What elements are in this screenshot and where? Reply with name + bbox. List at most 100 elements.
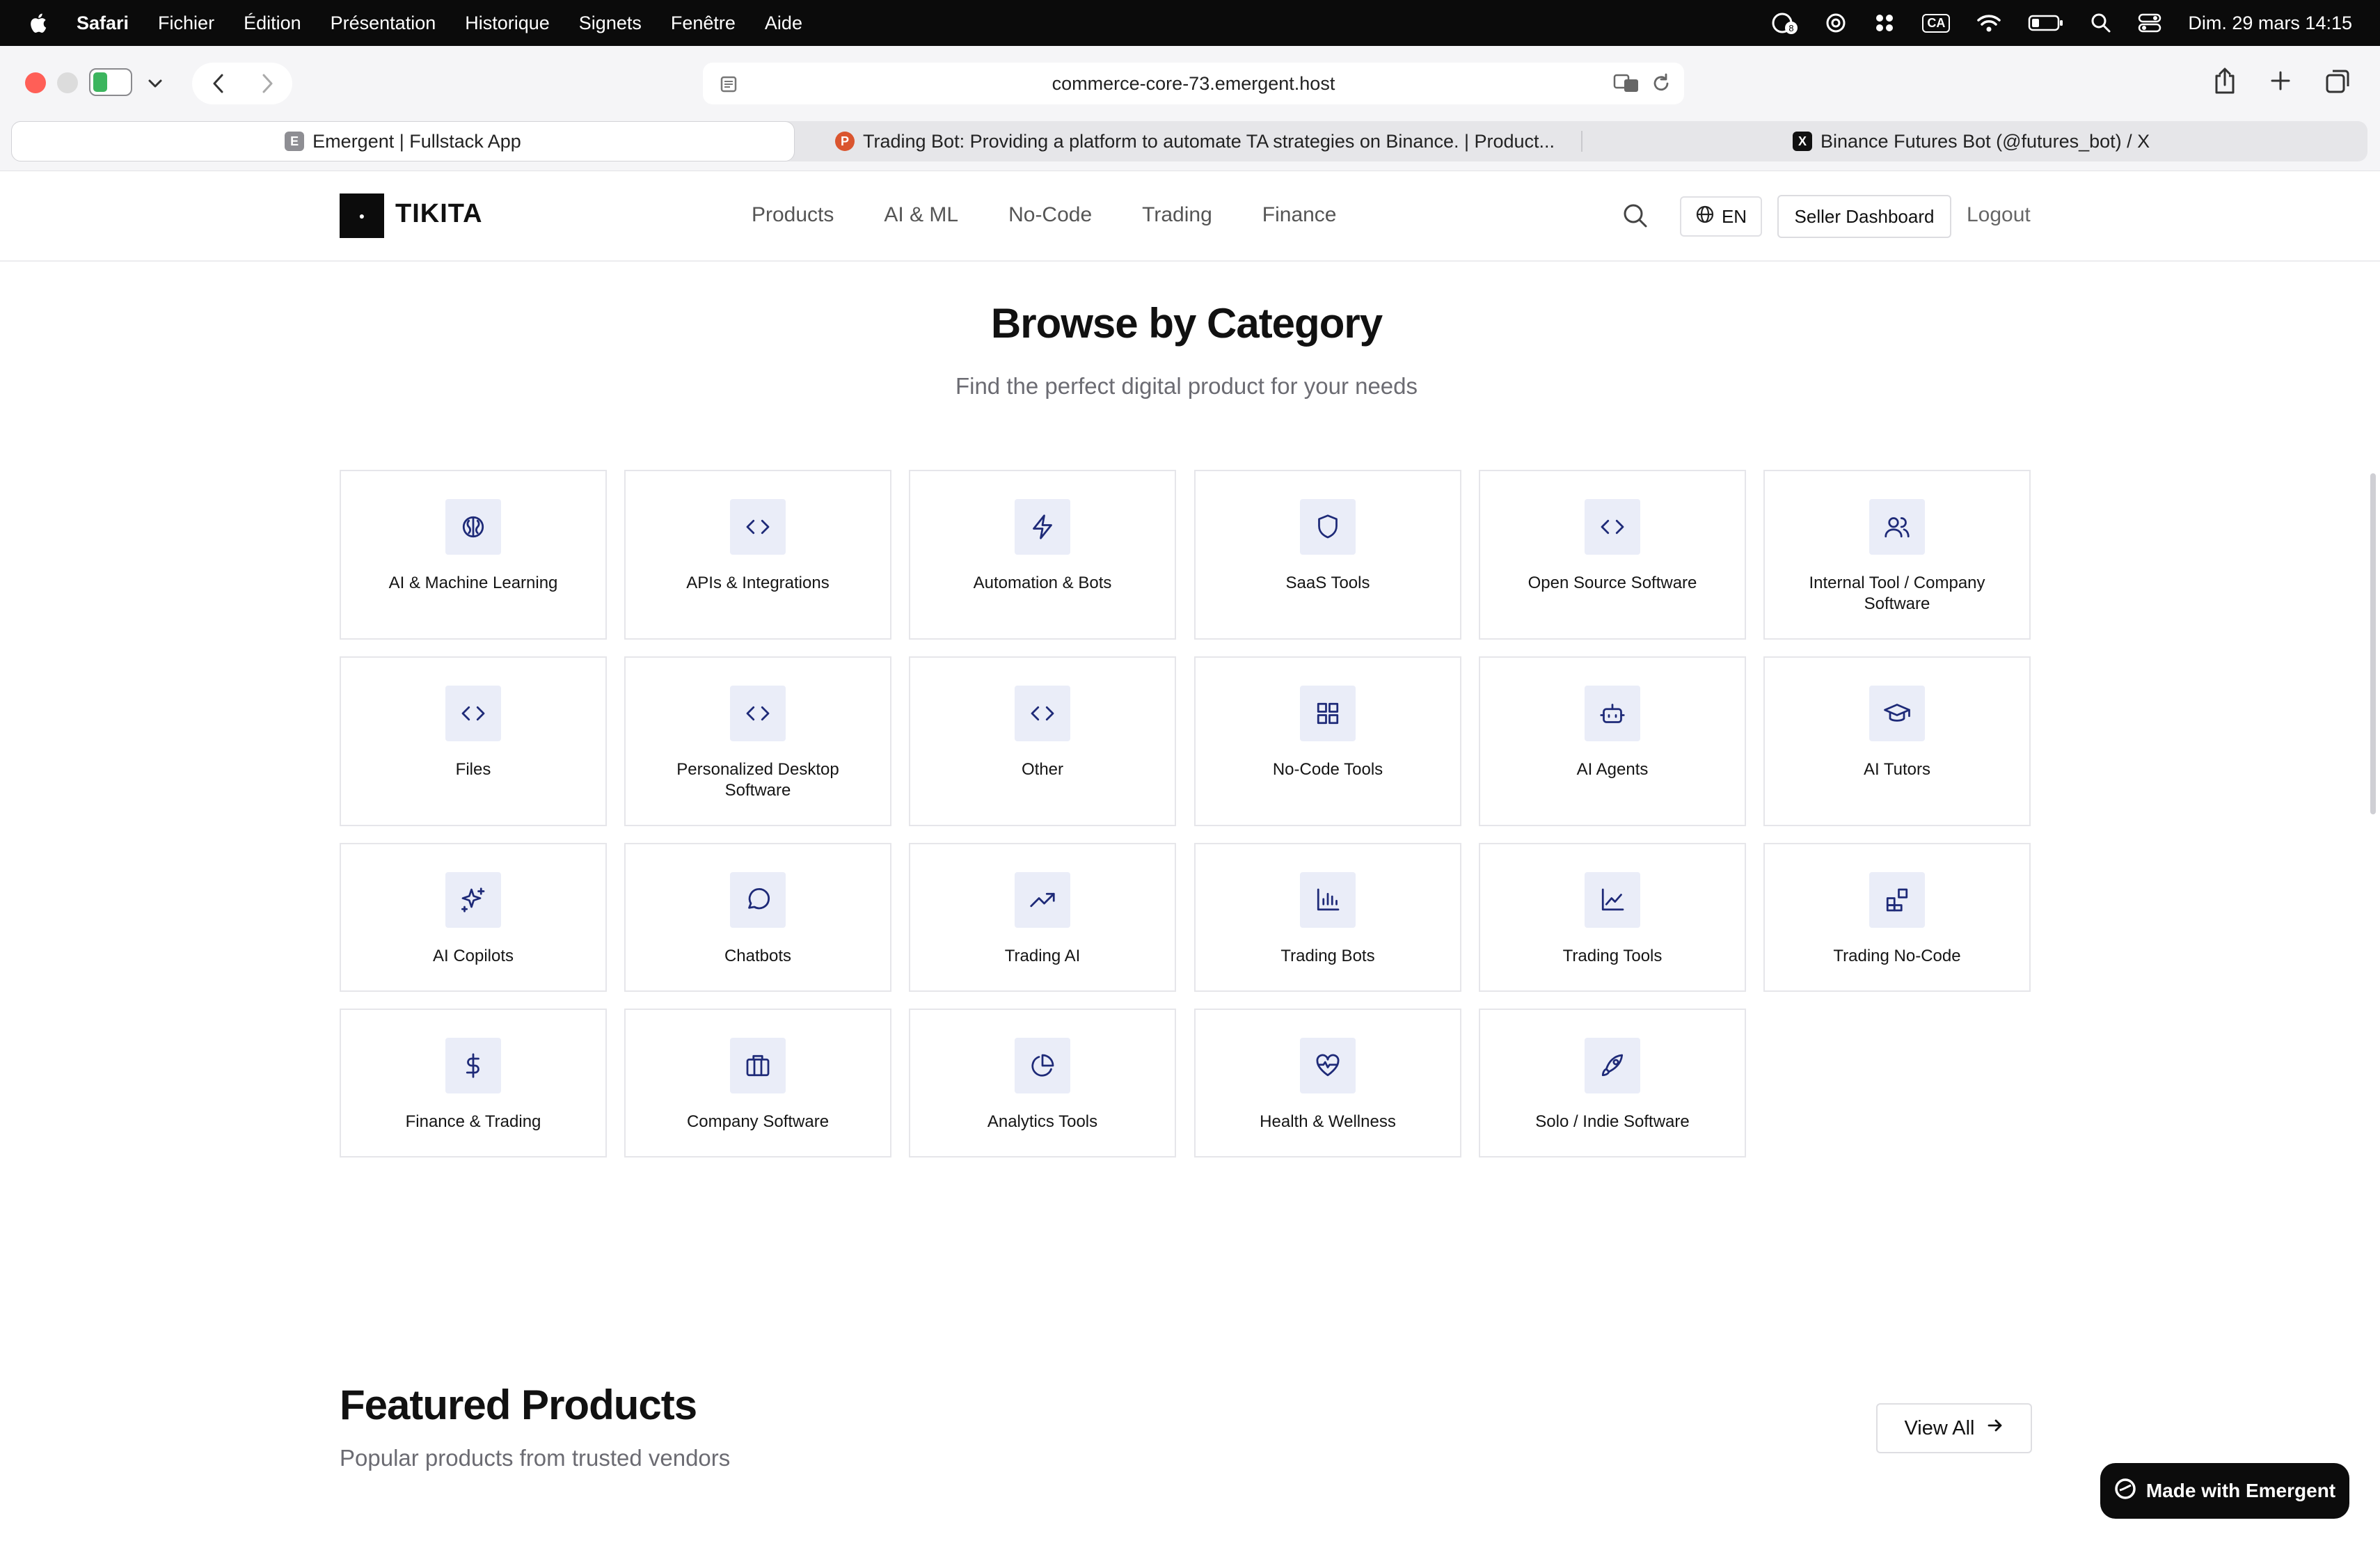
- category-label: Trading Bots: [1280, 947, 1375, 965]
- category-label: Other: [1021, 760, 1064, 779]
- view-all-button[interactable]: View All: [1876, 1403, 2032, 1453]
- category-label: Automation & Bots: [973, 574, 1112, 592]
- menu-signets[interactable]: Signets: [579, 13, 642, 34]
- category-card[interactable]: Solo / Indie Software: [1479, 1009, 1746, 1157]
- page-menu-icon[interactable]: [718, 74, 739, 100]
- nav-trading[interactable]: Trading: [1142, 203, 1212, 227]
- made-with-emergent-badge[interactable]: Made with Emergent: [2100, 1463, 2349, 1519]
- url-text[interactable]: commerce-core-73.emergent.host: [1052, 73, 1335, 95]
- category-card[interactable]: Automation & Bots: [909, 470, 1176, 640]
- translate-icon[interactable]: [1613, 72, 1640, 100]
- search-icon[interactable]: [1621, 202, 1649, 233]
- language-button[interactable]: EN: [1680, 196, 1762, 237]
- macos-menu-bar: Safari Fichier Édition Présentation Hist…: [0, 0, 2380, 46]
- category-card[interactable]: Trading AI: [909, 843, 1176, 992]
- made-with-label: Made with Emergent: [2145, 1480, 2336, 1501]
- language-label: EN: [1721, 205, 1747, 227]
- tab-title: Binance Futures Bot (@futures_bot) / X: [1820, 130, 2150, 152]
- share-icon[interactable]: [2213, 67, 2237, 98]
- menu-historique[interactable]: Historique: [465, 13, 550, 34]
- new-tab-icon[interactable]: [2269, 67, 2292, 98]
- menu-presentation[interactable]: Présentation: [331, 13, 436, 34]
- battery-icon[interactable]: [2028, 14, 2064, 32]
- forward-button[interactable]: [255, 65, 280, 102]
- wifi-icon[interactable]: [1976, 13, 2001, 33]
- nav-products[interactable]: Products: [752, 203, 834, 227]
- svg-text:8: 8: [1789, 23, 1794, 33]
- category-card[interactable]: AI Tutors: [1763, 656, 2031, 826]
- view-all-label: View All: [1904, 1416, 1975, 1439]
- category-card[interactable]: APIs & Integrations: [624, 470, 891, 640]
- control-center-icon[interactable]: [2138, 13, 2161, 33]
- category-card[interactable]: AI & Machine Learning: [340, 470, 607, 640]
- category-card[interactable]: Trading Bots: [1194, 843, 1461, 992]
- code-icon: [730, 499, 786, 555]
- section-title: Browse by Category: [990, 300, 1383, 347]
- menu-app-name[interactable]: Safari: [77, 13, 129, 34]
- category-label: Files: [455, 760, 491, 779]
- logo-mark[interactable]: ●: [340, 193, 384, 238]
- window-close-button[interactable]: [25, 72, 46, 93]
- category-label: Solo / Indie Software: [1535, 1112, 1690, 1131]
- menu-clock[interactable]: Dim. 29 mars 14:15: [2188, 13, 2352, 34]
- category-label: Trading No-Code: [1833, 947, 1961, 965]
- globe-icon: [1695, 205, 1715, 229]
- category-card[interactable]: Analytics Tools: [909, 1009, 1176, 1157]
- brain-icon: [445, 499, 501, 555]
- tab-emergent[interactable]: E Emergent | Fullstack App: [11, 121, 795, 161]
- category-card[interactable]: Other: [909, 656, 1176, 826]
- address-bar[interactable]: commerce-core-73.emergent.host: [703, 63, 1684, 104]
- category-label: Health & Wellness: [1260, 1112, 1396, 1131]
- category-label: SaaS Tools: [1285, 574, 1370, 592]
- back-button[interactable]: [206, 65, 231, 102]
- app-grid-icon[interactable]: [1873, 12, 1896, 34]
- page-scrollbar[interactable]: [2370, 473, 2376, 814]
- tab-overview-chevron-icon[interactable]: [143, 65, 167, 102]
- menu-fenetre[interactable]: Fenêtre: [671, 13, 736, 34]
- tab-title: Emergent | Fullstack App: [312, 130, 521, 152]
- category-card[interactable]: Internal Tool / Company Software: [1763, 470, 2031, 640]
- category-card[interactable]: AI Agents: [1479, 656, 1746, 826]
- spotlight-icon[interactable]: [2091, 13, 2111, 33]
- category-label: Analytics Tools: [987, 1112, 1098, 1131]
- tab-overview-icon[interactable]: [2324, 67, 2352, 98]
- category-card[interactable]: Trading No-Code: [1763, 843, 2031, 992]
- seller-dashboard-button[interactable]: Seller Dashboard: [1777, 195, 1951, 238]
- category-card[interactable]: Health & Wellness: [1194, 1009, 1461, 1157]
- chatgpt-icon[interactable]: [1825, 12, 1847, 34]
- category-card[interactable]: No-Code Tools: [1194, 656, 1461, 826]
- nav-no-code[interactable]: No-Code: [1008, 203, 1092, 227]
- category-card[interactable]: Chatbots: [624, 843, 891, 992]
- reload-icon[interactable]: [1651, 72, 1672, 100]
- menu-fichier[interactable]: Fichier: [158, 13, 214, 34]
- tab-bar: E Emergent | Fullstack App P Trading Bot…: [11, 121, 2367, 161]
- apple-menu-icon[interactable]: [28, 10, 49, 35]
- menu-aide[interactable]: Aide: [765, 13, 802, 34]
- sidebar-toggle-button[interactable]: [89, 68, 132, 96]
- category-card[interactable]: Trading Tools: [1479, 843, 1746, 992]
- arrow-right-icon: [1986, 1416, 2004, 1440]
- pie-chart-icon: [1015, 1038, 1070, 1093]
- window-minimize-button[interactable]: [57, 72, 78, 93]
- tab-trading-bot[interactable]: P Trading Bot: Providing a platform to a…: [835, 121, 1580, 161]
- category-card[interactable]: Open Source Software: [1479, 470, 1746, 640]
- keyboard-layout-badge[interactable]: CA: [1922, 13, 1951, 33]
- tab-binance-futures[interactable]: X Binance Futures Bot (@futures_bot) / X: [1793, 121, 2280, 161]
- category-label: Open Source Software: [1528, 574, 1697, 592]
- category-label: APIs & Integrations: [686, 574, 830, 592]
- nav-finance[interactable]: Finance: [1262, 203, 1337, 227]
- menu-edition[interactable]: Édition: [244, 13, 301, 34]
- category-card[interactable]: AI Copilots: [340, 843, 607, 992]
- code-icon: [1015, 686, 1070, 741]
- nav-ai-ml[interactable]: AI & ML: [884, 203, 958, 227]
- shield-icon: [1300, 499, 1356, 555]
- category-card[interactable]: Files: [340, 656, 607, 826]
- category-card[interactable]: SaaS Tools: [1194, 470, 1461, 640]
- brand-name[interactable]: TIKITA: [395, 199, 483, 229]
- logout-link[interactable]: Logout: [1967, 203, 2031, 227]
- section-subtitle: Find the perfect digital product for you…: [955, 373, 1418, 399]
- category-card[interactable]: Company Software: [624, 1009, 891, 1157]
- category-card[interactable]: Finance & Trading: [340, 1009, 607, 1157]
- notification-count-icon[interactable]: 8: [1772, 11, 1798, 35]
- category-card[interactable]: Personalized Desktop Software: [624, 656, 891, 826]
